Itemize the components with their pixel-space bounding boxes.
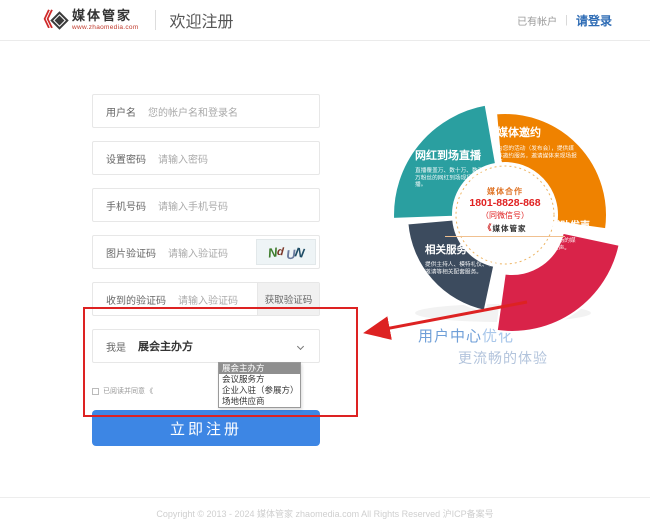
field-username-placeholder: 您的帐户名和登录名 [148, 104, 238, 119]
chevron-down-icon [297, 343, 304, 350]
center-title: 媒体合作 [445, 187, 565, 197]
header: 《 媒体管家 www.zhaomedia.com 欢迎注册 已有帐户 | 请登录 [0, 0, 650, 41]
footer-copyright: Copyright © 2013 - 2024 媒体管家 zhaomedia.c… [0, 507, 650, 520]
segment-media-invite-label: 媒体邀约 为您的活动（发布会），提供媒体邀约服务，邀请媒体来现场报道。 [497, 127, 592, 168]
segment-desc: 直播覆盖万、数十万、数百万粉丝的网红到场现场直播。 [415, 168, 483, 189]
dropdown-option-exhibition-organizer[interactable]: 展会主办方 [219, 363, 300, 374]
agree-checkbox[interactable] [92, 388, 99, 395]
field-image-captcha-label: 图片验证码 [106, 245, 156, 260]
segment-title: 媒体邀约 [497, 127, 592, 141]
header-divider [155, 10, 156, 30]
segment-live-stream-label: 网红到场直播 直播覆盖万、数十万、数百万粉丝的网红到场现场直播。 [415, 150, 510, 190]
field-username-label: 用户名 [106, 104, 136, 119]
role-select-value: 展会主办方 [138, 338, 193, 354]
center-phone: 1801-8828-868 [445, 197, 565, 211]
register-button[interactable]: 立即注册 [92, 410, 320, 446]
center-brand-badge: 《 媒体管家 [445, 223, 565, 236]
header-right: 已有帐户 | 请登录 [517, 12, 612, 29]
captcha-char: d [276, 246, 284, 259]
dropdown-option-enterprise-exhibitor[interactable]: 企业入驻（参展方） [219, 385, 300, 396]
segment-desc: 提供主持人、模特礼仪、明星邀请等相关配套服务。 [425, 262, 501, 276]
agree-label: 已阅读并同意 [103, 386, 145, 396]
field-phone-placeholder: 请输入手机号码 [158, 198, 228, 213]
logo-chevrons-icon: 《 [484, 223, 491, 233]
login-link[interactable]: 请登录 [576, 12, 612, 29]
captcha-char: N [294, 244, 306, 260]
page-title: 欢迎注册 [170, 8, 234, 32]
field-password-label: 设置密码 [106, 151, 146, 166]
segment-title: 相关服务 [425, 244, 515, 257]
register-page: 《 媒体管家 www.zhaomedia.com 欢迎注册 已有帐户 | 请登录… [0, 0, 650, 520]
field-sms-code-label: 收到的验证码 [106, 292, 166, 307]
brand-url: www.zhaomedia.com [72, 24, 139, 31]
field-image-captcha-placeholder: 请输入验证码 [168, 245, 228, 260]
field-password[interactable]: 设置密码 请输入密码 [92, 141, 320, 175]
logo-chevrons-icon: 《 [34, 11, 51, 30]
segment-desc: 为您的活动（发布会），提供媒体邀约服务，邀请媒体来现场报道。 [497, 146, 579, 167]
center-wechat: （同微信号） [445, 211, 565, 221]
wheel-center: 媒体合作 1801-8828-868 （同微信号） 《 媒体管家 [445, 187, 565, 237]
services-wheel: 网红到场直播 直播覆盖万、数十万、数百万粉丝的网红到场现场直播。 媒体邀约 为您… [385, 95, 625, 335]
header-separator: | [565, 14, 568, 26]
get-code-button[interactable]: 获取验证码 [257, 283, 319, 315]
promo-line-2: 更流畅的体验 [458, 348, 548, 368]
brand-name: 媒体管家 [72, 9, 139, 23]
footer-divider [0, 497, 650, 498]
field-password-placeholder: 请输入密码 [158, 151, 208, 166]
role-select[interactable]: 我是 展会主办方 [92, 329, 320, 363]
logo-text: 媒体管家 www.zhaomedia.com [72, 9, 139, 30]
center-brand-name: 媒体管家 [493, 224, 527, 234]
dropdown-option-venue-supplier[interactable]: 场地供应商 [219, 396, 300, 407]
role-dropdown-panel: 展会主办方 会议服务方 企业入驻（参展方） 场地供应商 [218, 362, 301, 408]
role-select-label: 我是 [106, 339, 126, 354]
segment-desc: 服务没有到场的媒体，辅助发声。 [530, 238, 583, 252]
agree-row: 已阅读并同意 《 [92, 386, 153, 396]
have-account-text: 已有帐户 [517, 13, 557, 28]
field-sms-code-placeholder: 请输入验证码 [178, 292, 238, 307]
segment-title: 网红到场直播 [415, 150, 510, 164]
field-phone-label: 手机号码 [106, 198, 146, 213]
field-image-captcha[interactable]: 图片验证码 请输入验证码 N d U N [92, 235, 320, 269]
field-username[interactable]: 用户名 您的帐户名和登录名 [92, 94, 320, 128]
field-sms-code[interactable]: 收到的验证码 请输入验证码 获取验证码 [92, 282, 320, 316]
field-phone[interactable]: 手机号码 请输入手机号码 [92, 188, 320, 222]
captcha-image[interactable]: N d U N [256, 239, 316, 265]
brand-logo[interactable]: 《 媒体管家 www.zhaomedia.com [34, 9, 139, 30]
logo-diamond-icon [50, 11, 68, 29]
dropdown-option-conference-service[interactable]: 会议服务方 [219, 374, 300, 385]
agreement-link[interactable]: 《 [146, 386, 153, 396]
segment-related-services-label: 相关服务 提供主持人、模特礼仪、明星邀请等相关配套服务。 [425, 244, 515, 277]
